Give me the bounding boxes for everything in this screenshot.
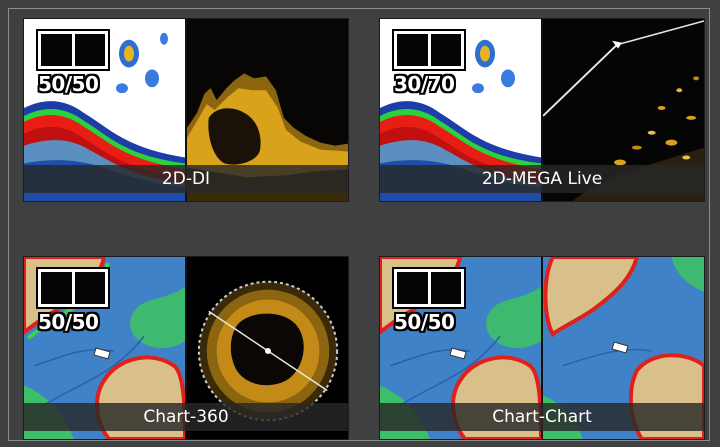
view-tile-label: 2D-MEGA Live [380, 165, 704, 193]
split-ratio: 50/50 [38, 310, 99, 334]
split-view-icon [394, 269, 464, 307]
split-view-icon [38, 269, 108, 307]
split-ratio: 50/50 [38, 72, 99, 96]
view-selector-panel: 50/50 2D-DI 30/70 2D-MEGA Live 50/50 Cha… [8, 8, 710, 441]
view-tile-2d-mega-live[interactable]: 30/70 2D-MEGA Live [379, 18, 705, 202]
split-view-icon [394, 31, 464, 69]
view-tile-chart-360[interactable]: 50/50 Chart-360 [23, 256, 349, 440]
view-tile-label: 2D-DI [24, 165, 348, 193]
view-tile-2d-di[interactable]: 50/50 2D-DI [23, 18, 349, 202]
view-tile-label: Chart-360 [24, 403, 348, 431]
view-tile-chart-chart[interactable]: 50/50 Chart-Chart [379, 256, 705, 440]
split-ratio: 50/50 [394, 310, 455, 334]
split-ratio: 30/70 [394, 72, 455, 96]
view-tile-label: Chart-Chart [380, 403, 704, 431]
split-view-icon [38, 31, 108, 69]
